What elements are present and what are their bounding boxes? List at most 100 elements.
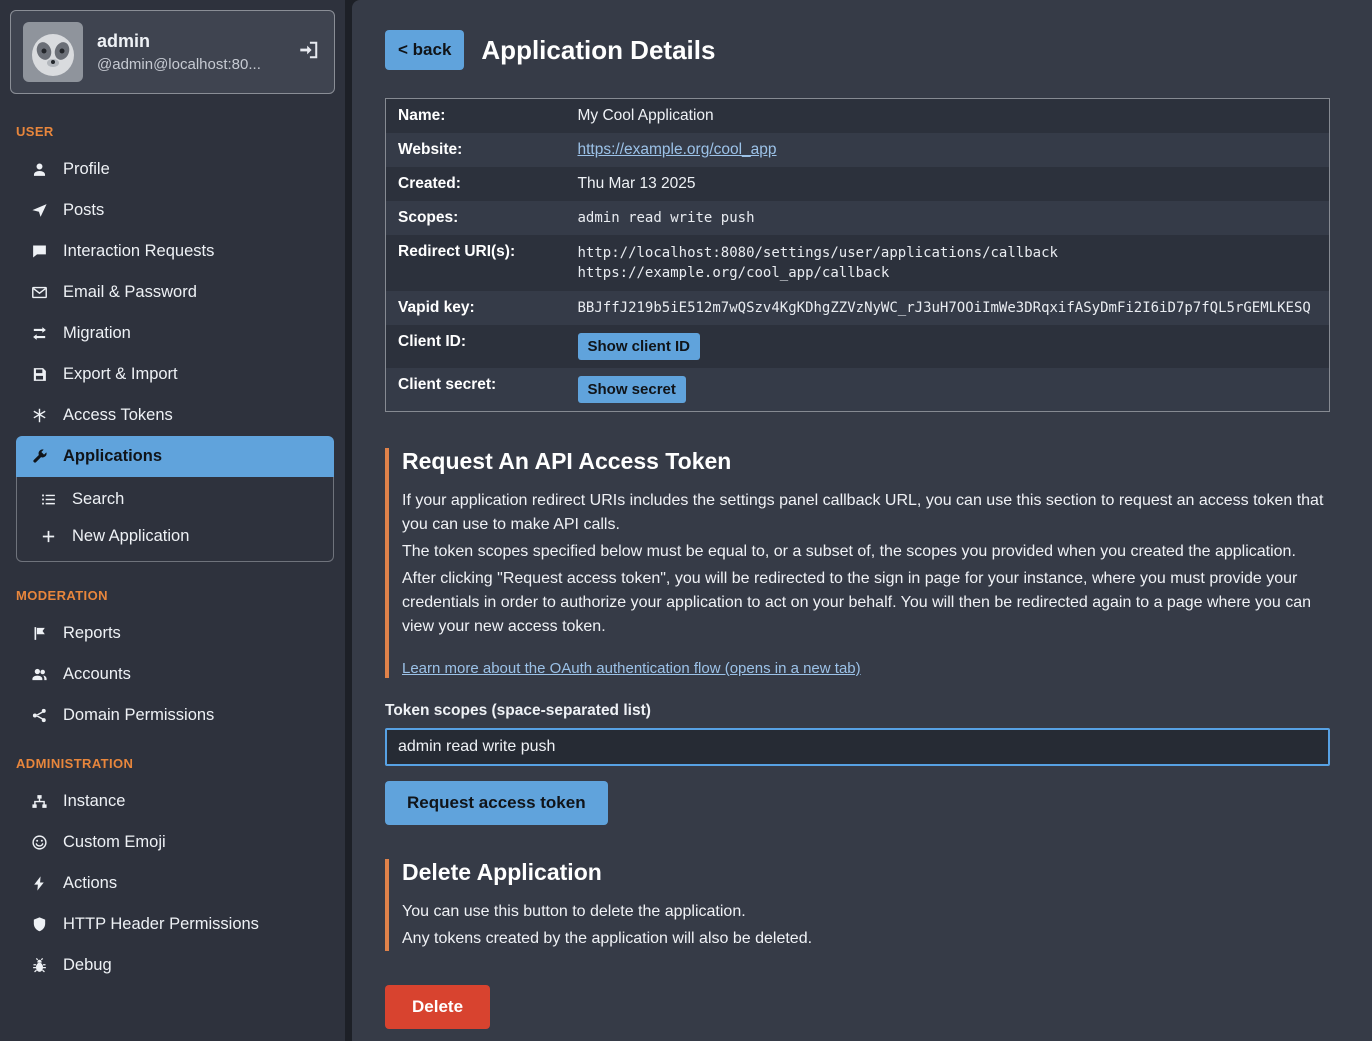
sidebar-item-label: New Application: [72, 527, 189, 546]
floppy-icon: [30, 366, 48, 383]
user-icon: [30, 161, 48, 178]
created-value: Thu Mar 13 2025: [578, 175, 696, 192]
paper-plane-icon: [30, 202, 48, 219]
user-card[interactable]: admin @admin@localhost:80...: [10, 10, 335, 94]
sidebar-item-access-tokens[interactable]: Access Tokens: [16, 395, 334, 436]
sidebar-item-label: Domain Permissions: [63, 706, 214, 725]
application-name-value: My Cool Application: [578, 107, 714, 124]
comment-icon: [30, 243, 48, 260]
sidebar-item-email-password[interactable]: Email & Password: [16, 272, 334, 313]
bolt-icon: [30, 875, 48, 892]
exchange-icon: [30, 325, 48, 342]
sidebar: admin @admin@localhost:80... USER Profil…: [0, 0, 345, 1041]
page-header: < back Application Details: [385, 30, 1330, 70]
token-scopes-label: Token scopes (space-separated list): [385, 702, 1330, 720]
sidebar-item-http-header-permissions[interactable]: HTTP Header Permissions: [16, 904, 334, 945]
detail-row-scopes: Scopes: admin read write push: [386, 201, 1330, 235]
detail-label: Redirect URI(s):: [386, 235, 574, 291]
sidebar-item-profile[interactable]: Profile: [16, 149, 334, 190]
detail-label: Client ID:: [386, 325, 574, 368]
website-link[interactable]: https://example.org/cool_app: [578, 141, 777, 158]
sidebar-item-export-import[interactable]: Export & Import: [16, 354, 334, 395]
sidebar-item-reports[interactable]: Reports: [16, 613, 334, 654]
section-label-administration: ADMINISTRATION: [0, 736, 345, 781]
sidebar-item-label: Posts: [63, 201, 104, 220]
sidebar-item-label: Actions: [63, 874, 117, 893]
sidebar-item-label: Migration: [63, 324, 131, 343]
show-secret-button[interactable]: Show secret: [578, 376, 686, 403]
sidebar-item-label: HTTP Header Permissions: [63, 915, 259, 934]
sidebar-item-new-application[interactable]: New Application: [17, 518, 333, 555]
sitemap-icon: [30, 793, 48, 810]
detail-label: Vapid key:: [386, 291, 574, 325]
detail-row-vapid-key: Vapid key: BBJffJ219b5iE512m7wQSzv4KgKDh…: [386, 291, 1330, 325]
logout-icon[interactable]: [298, 39, 322, 66]
redirect-uri-value: http://localhost:8080/settings/user/appl…: [578, 243, 1326, 263]
user-name: admin: [97, 31, 284, 52]
delete-application-section: Delete Application You can use this butt…: [385, 859, 1330, 951]
token-section-paragraph: After clicking "Request access token", y…: [402, 567, 1330, 639]
show-client-id-button[interactable]: Show client ID: [578, 333, 701, 360]
detail-row-created: Created: Thu Mar 13 2025: [386, 167, 1330, 201]
bug-icon: [30, 957, 48, 974]
asterisk-icon: [30, 407, 48, 424]
delete-section-paragraph: You can use this button to delete the ap…: [402, 900, 1330, 924]
back-button[interactable]: < back: [385, 30, 464, 70]
redirect-uri-value: https://example.org/cool_app/callback: [578, 263, 1326, 283]
detail-label: Client secret:: [386, 368, 574, 412]
sidebar-item-applications[interactable]: Applications: [16, 436, 334, 477]
shield-icon: [30, 916, 48, 933]
sidebar-item-instance[interactable]: Instance: [16, 781, 334, 822]
sidebar-item-label: Export & Import: [63, 365, 178, 384]
sidebar-item-label: Interaction Requests: [63, 242, 214, 261]
section-label-user: USER: [0, 104, 345, 149]
oauth-docs-link[interactable]: Learn more about the OAuth authenticatio…: [402, 660, 861, 677]
smiley-icon: [30, 834, 48, 851]
sidebar-item-debug[interactable]: Debug: [16, 945, 334, 986]
application-details-table: Name: My Cool Application Website: https…: [385, 98, 1330, 412]
sidebar-item-label: Instance: [63, 792, 125, 811]
flag-icon: [30, 625, 48, 642]
sidebar-item-label: Accounts: [63, 665, 131, 684]
sidebar-item-label: Debug: [63, 956, 112, 975]
vapid-key-value: BBJffJ219b5iE512m7wQSzv4KgKDhgZZVzNyWC_r…: [578, 300, 1311, 316]
applications-submenu: Search New Application: [16, 477, 334, 562]
sidebar-item-label: Email & Password: [63, 283, 197, 302]
section-label-moderation: MODERATION: [0, 568, 345, 613]
users-icon: [30, 666, 48, 683]
detail-label: Name:: [386, 99, 574, 134]
share-nodes-icon: [30, 707, 48, 724]
detail-label: Website:: [386, 133, 574, 167]
sidebar-item-interaction-requests[interactable]: Interaction Requests: [16, 231, 334, 272]
plus-icon: [39, 528, 57, 545]
sidebar-item-label: Custom Emoji: [63, 833, 166, 852]
administration-nav: Instance Custom Emoji Actions HTTP Heade…: [0, 781, 345, 986]
delete-section-paragraph: Any tokens created by the application wi…: [402, 927, 1330, 951]
sidebar-item-domain-permissions[interactable]: Domain Permissions: [16, 695, 334, 736]
token-section-title: Request An API Access Token: [402, 448, 1330, 475]
wrench-icon: [30, 448, 48, 465]
token-scopes-input[interactable]: [385, 728, 1330, 766]
sidebar-item-custom-emoji[interactable]: Custom Emoji: [16, 822, 334, 863]
delete-button[interactable]: Delete: [385, 985, 490, 1029]
sidebar-item-posts[interactable]: Posts: [16, 190, 334, 231]
sidebar-item-accounts[interactable]: Accounts: [16, 654, 334, 695]
envelope-icon: [30, 284, 48, 301]
token-request-section: Request An API Access Token If your appl…: [385, 448, 1330, 678]
user-nav: Profile Posts Interaction Requests Email…: [0, 149, 345, 562]
page-title: Application Details: [481, 35, 715, 66]
sidebar-item-applications-search[interactable]: Search: [17, 481, 333, 518]
moderation-nav: Reports Accounts Domain Permissions: [0, 613, 345, 736]
sidebar-item-migration[interactable]: Migration: [16, 313, 334, 354]
detail-row-redirect-uris: Redirect URI(s): http://localhost:8080/s…: [386, 235, 1330, 291]
sidebar-item-label: Profile: [63, 160, 110, 179]
detail-row-website: Website: https://example.org/cool_app: [386, 133, 1330, 167]
sidebar-item-actions[interactable]: Actions: [16, 863, 334, 904]
user-handle: @admin@localhost:80...: [97, 56, 284, 73]
user-meta: admin @admin@localhost:80...: [97, 31, 284, 73]
request-access-token-button[interactable]: Request access token: [385, 781, 608, 825]
sidebar-item-label: Applications: [63, 447, 162, 466]
list-icon: [39, 491, 57, 508]
detail-label: Scopes:: [386, 201, 574, 235]
detail-row-name: Name: My Cool Application: [386, 99, 1330, 134]
